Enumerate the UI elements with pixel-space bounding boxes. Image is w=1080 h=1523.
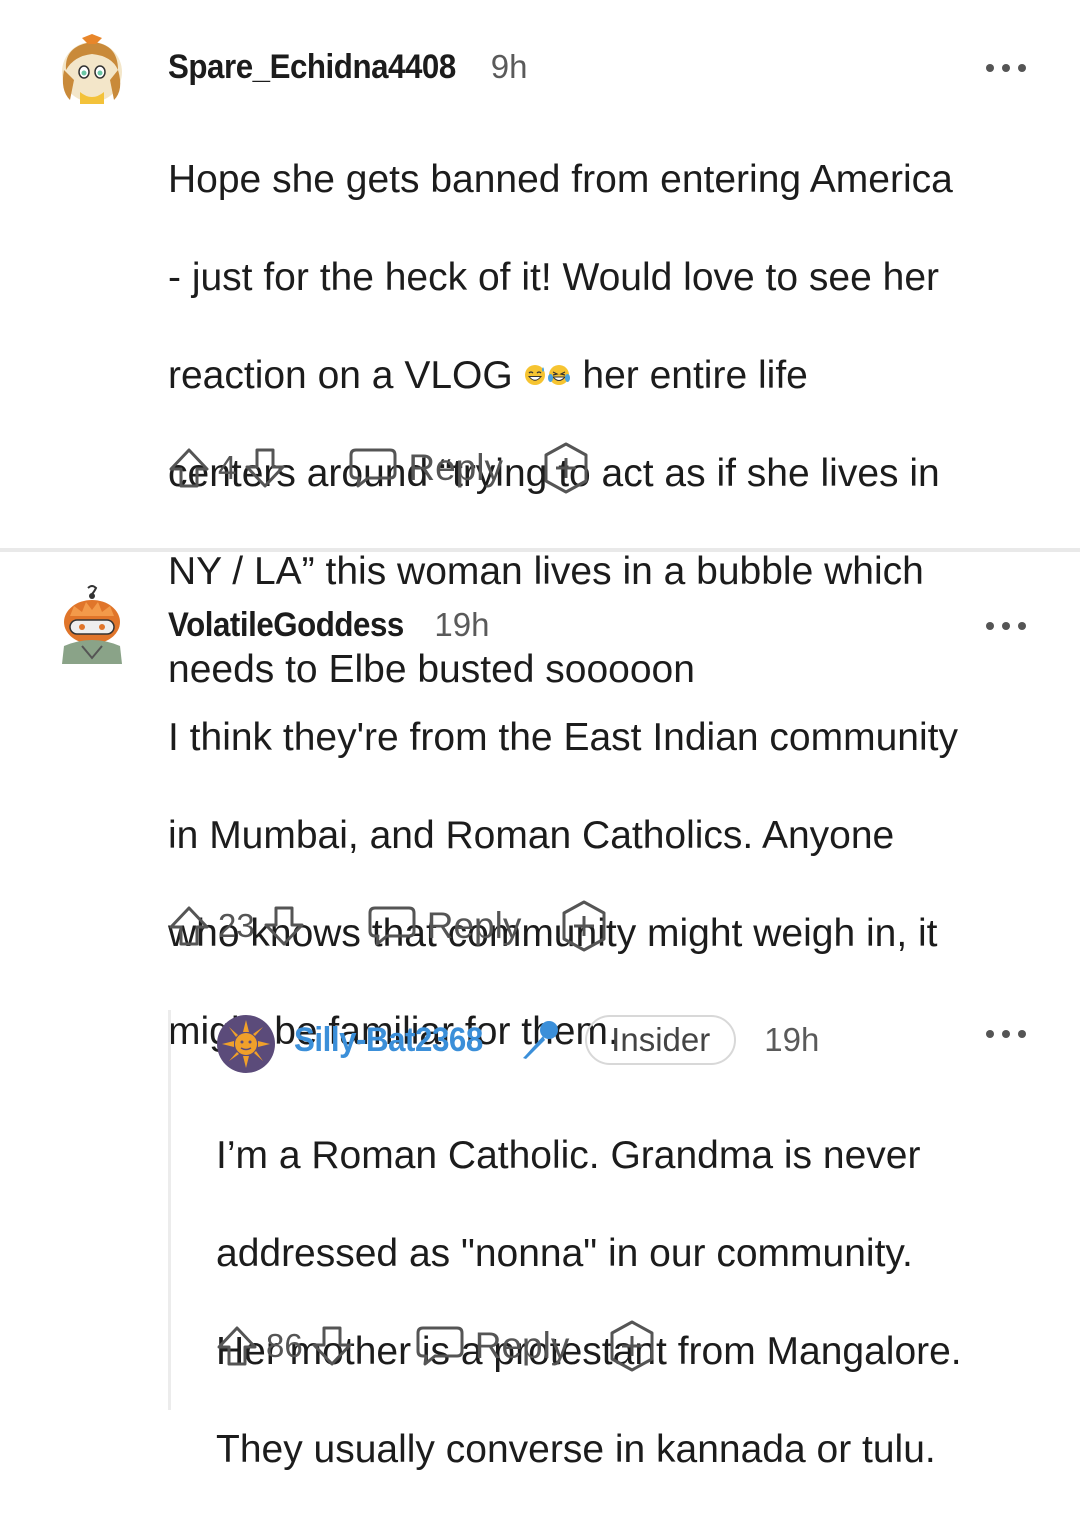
comment-line: - just for the heck of it! Would love to…: [168, 256, 939, 299]
award-button[interactable]: [539, 441, 593, 495]
comment-line: NY / LA” this woman lives in a bubble wh…: [168, 550, 924, 593]
award-plus-icon: [544, 442, 588, 494]
comment-line: I’m a Roman Catholic. Grandma is never: [216, 1134, 921, 1177]
reply-label: Reply: [474, 1325, 570, 1366]
reply-bubble-icon: [368, 906, 416, 946]
award-plus-icon: [610, 1320, 654, 1372]
comment-actions: 4 Reply: [166, 440, 593, 496]
comment-actions: 23 Reply: [166, 898, 611, 954]
downvote-icon[interactable]: [261, 903, 307, 949]
vote-count: 23: [218, 907, 255, 944]
comment-line: addressed as "nonna" in our community.: [216, 1232, 913, 1275]
comment-age: 9h: [490, 48, 528, 85]
user-avatar[interactable]: [216, 1014, 276, 1074]
username[interactable]: Spare_Echidna4408: [168, 48, 456, 87]
upvote-icon[interactable]: [214, 1323, 260, 1369]
more-options-icon[interactable]: [986, 61, 1026, 75]
upvote-icon[interactable]: [166, 903, 212, 949]
award-button[interactable]: [557, 899, 611, 953]
reply-bubble-icon: [349, 448, 397, 488]
downvote-icon[interactable]: [242, 445, 288, 491]
comment-line: I think they're from the East Indian com…: [168, 716, 958, 759]
comment-line: They usually converse in kannada or tulu…: [216, 1428, 936, 1471]
comment-age: 19h: [434, 606, 490, 643]
comment-age: 19h: [764, 1021, 820, 1058]
user-flair-badge: Insider: [585, 1015, 737, 1065]
comment-line: in Mumbai, and Roman Catholics. Anyone: [168, 814, 895, 857]
award-button[interactable]: [605, 1319, 659, 1373]
comment-meta: Spare_Echidna4408 9h: [168, 42, 528, 92]
comment-meta: Silly-Bat2368 Insider 19h: [294, 1014, 819, 1066]
thread-line[interactable]: [168, 1010, 171, 1410]
more-options-icon[interactable]: [986, 619, 1026, 633]
comment-line: reaction on a VLOG her entire life: [168, 354, 808, 397]
reply-bubble-icon: [416, 1326, 464, 1366]
snoo-avatar-icon: [62, 34, 122, 104]
comment-divider: [0, 548, 1080, 552]
username[interactable]: VolatileGoddess: [168, 606, 404, 645]
laughing-emoji-icon: [524, 365, 570, 385]
reply-label: Reply: [426, 905, 522, 946]
reply-button[interactable]: Reply: [348, 446, 503, 490]
more-options-icon[interactable]: [986, 1027, 1026, 1041]
comment-line: Hope she gets banned from entering Ameri…: [168, 158, 953, 201]
user-avatar[interactable]: [52, 30, 132, 110]
vote-count: 4: [218, 449, 237, 486]
reply-button[interactable]: Reply: [367, 904, 522, 948]
comment-actions: 86 Reply: [214, 1318, 659, 1374]
reply-label: Reply: [408, 447, 503, 488]
microphone-icon: [523, 1021, 559, 1059]
vote-count: 86: [266, 1327, 303, 1364]
sun-avatar-icon: [217, 1015, 275, 1073]
user-avatar[interactable]: [52, 584, 132, 664]
comment-meta: VolatileGoddess 19h: [168, 600, 489, 650]
comment-body: I’m a Roman Catholic. Grandma is never a…: [216, 1082, 1056, 1523]
reply-button[interactable]: Reply: [415, 1324, 570, 1368]
downvote-icon[interactable]: [309, 1323, 355, 1369]
award-plus-icon: [562, 900, 606, 952]
username[interactable]: Silly-Bat2368: [294, 1021, 483, 1060]
snoo-avatar-icon: [62, 585, 122, 664]
upvote-icon[interactable]: [166, 445, 212, 491]
